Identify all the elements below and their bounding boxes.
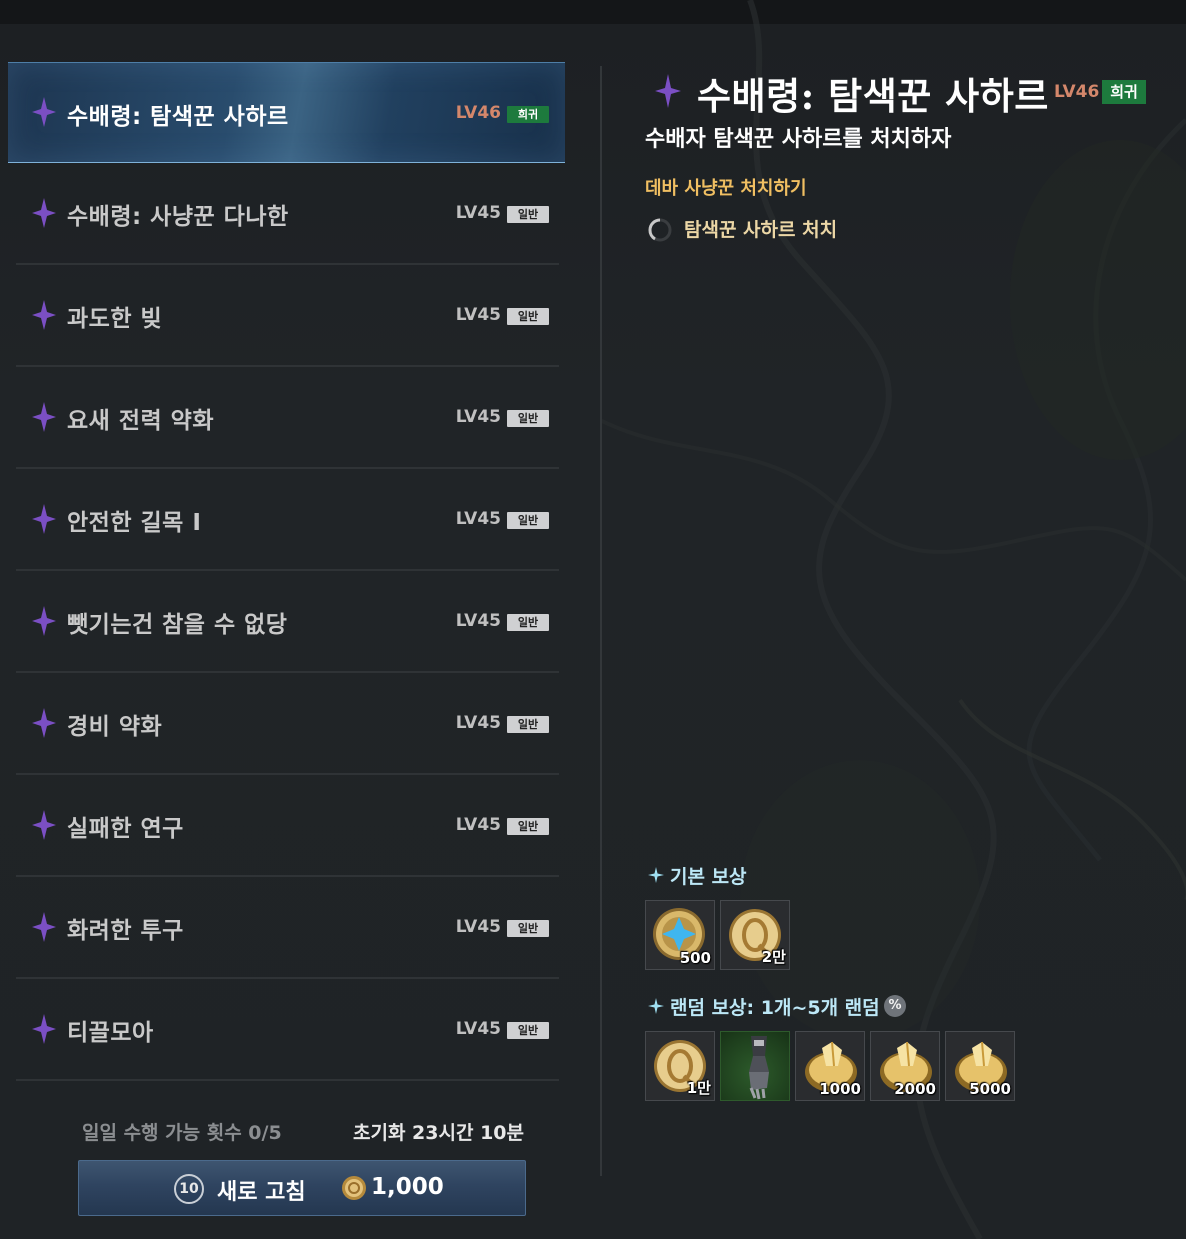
quest-name: 안전한 길목 I [67, 510, 202, 536]
probability-info-icon[interactable]: % [884, 995, 906, 1017]
gauntlet-icon [749, 1036, 769, 1100]
quest-name: 요새 전력 약화 [67, 408, 214, 434]
quest-item[interactable]: 실패한 연구 LV45 일반 [16, 775, 559, 877]
reset-timer-text: 초기화 23시간 10분 [353, 1122, 524, 1144]
quest-name: 실패한 연구 [67, 816, 184, 842]
quest-item-selected[interactable]: 수배령: 탐색꾼 사하르 LV46 희귀 [8, 62, 565, 163]
quest-name: 티끌모아 [67, 1020, 154, 1046]
random-reward-title: 랜덤 보상: 1개~5개 랜덤 [670, 997, 880, 1019]
quest-grade-badge: 일반 [507, 1022, 549, 1039]
reward-item-basic-1[interactable]: 500 [645, 900, 715, 970]
quest-item[interactable]: 안전한 길목 I LV45 일반 [16, 469, 559, 571]
quest-star-icon [655, 74, 681, 108]
refresh-label: 새로 고침 [217, 1180, 306, 1205]
quest-star-icon [32, 912, 56, 942]
quest-item[interactable]: 화려한 투구 LV45 일반 [16, 877, 559, 979]
quest-grade-badge: 일반 [507, 818, 549, 835]
detail-grade-badge: 희귀 [1102, 80, 1146, 104]
refresh-cost: 1,000 [371, 1174, 444, 1200]
quest-board-window: 수배령: 탐색꾼 사하르 LV46 희귀 수배령: 사냥꾼 다나한 LV45 일… [0, 0, 1186, 1239]
quest-name: 수배령: 사냥꾼 다나한 [67, 204, 289, 230]
quest-star-icon [32, 606, 56, 636]
reward-qty: 2만 [761, 948, 786, 966]
reward-item-random-3[interactable]: 1000 [795, 1031, 865, 1101]
quest-name: 수배령: 탐색꾼 사하르 [67, 104, 289, 130]
reward-item-random-1[interactable]: 1만 [645, 1031, 715, 1101]
quest-item[interactable]: 수배령: 사냥꾼 다나한 LV45 일반 [16, 163, 559, 265]
sparkle-icon [648, 998, 664, 1014]
quest-star-icon [32, 402, 56, 432]
quest-grade-badge: 희귀 [507, 106, 549, 123]
quest-level: LV45 [455, 203, 501, 223]
refresh-count-icon: 10 [174, 1174, 204, 1204]
quest-level: LV45 [455, 815, 501, 835]
quest-list: 수배령: 탐색꾼 사하르 LV46 희귀 수배령: 사냥꾼 다나한 LV45 일… [8, 62, 565, 1081]
reward-item-basic-2[interactable]: 2만 [720, 900, 790, 970]
daily-count-text: 일일 수행 가능 횟수 0/5 [82, 1122, 282, 1144]
quest-name: 화려한 투구 [67, 918, 184, 944]
quest-item[interactable]: 요새 전력 약화 LV45 일반 [16, 367, 559, 469]
quest-star-icon [32, 1014, 56, 1044]
quest-level: LV45 [455, 407, 501, 427]
quest-star-icon [32, 300, 56, 330]
quest-star-icon [32, 97, 56, 127]
detail-subtitle: 수배자 탐색꾼 사하르를 처치하자 [645, 127, 952, 152]
reward-qty: 1만 [686, 1079, 711, 1097]
quest-star-icon [32, 504, 56, 534]
panel-divider [600, 66, 602, 1176]
quest-grade-badge: 일반 [507, 206, 549, 223]
quest-level: LV45 [455, 509, 501, 529]
reward-qty: 2000 [894, 1080, 936, 1098]
quest-star-icon [32, 810, 56, 840]
quest-star-icon [32, 198, 56, 228]
detail-level: LV46 [1054, 82, 1100, 102]
quest-item[interactable]: 경비 약화 LV45 일반 [16, 673, 559, 775]
quest-level: LV45 [455, 1019, 501, 1039]
quest-grade-badge: 일반 [507, 716, 549, 733]
reward-qty: 1000 [819, 1080, 861, 1098]
quest-item[interactable]: 과도한 빚 LV45 일반 [16, 265, 559, 367]
quest-grade-badge: 일반 [507, 410, 549, 427]
quest-name: 과도한 빚 [67, 306, 163, 332]
progress-spinner-icon [648, 218, 672, 242]
reward-item-random-2[interactable] [720, 1031, 790, 1101]
quest-grade-badge: 일반 [507, 614, 549, 631]
quest-item[interactable]: 티끌모아 LV45 일반 [16, 979, 559, 1081]
reward-qty: 5000 [969, 1080, 1011, 1098]
quest-grade-badge: 일반 [507, 308, 549, 325]
reward-item-random-4[interactable]: 2000 [870, 1031, 940, 1101]
quest-item[interactable]: 뺏기는건 참을 수 없당 LV45 일반 [16, 571, 559, 673]
sparkle-icon [648, 867, 664, 883]
quest-grade-badge: 일반 [507, 920, 549, 937]
quest-name: 경비 약화 [67, 714, 163, 740]
task-label: 탐색꾼 사하르 처치 [684, 219, 838, 241]
quest-level: LV45 [455, 611, 501, 631]
quest-grade-badge: 일반 [507, 512, 549, 529]
gold-coin-icon [342, 1176, 366, 1200]
detail-title: 수배령: 탐색꾼 사하르 [697, 74, 1049, 118]
quest-level: LV45 [455, 917, 501, 937]
reward-item-random-5[interactable]: 5000 [945, 1031, 1015, 1101]
quest-name: 뺏기는건 참을 수 없당 [67, 612, 288, 638]
reward-qty: 500 [679, 949, 711, 967]
refresh-button[interactable]: 10 새로 고침 1,000 [78, 1160, 526, 1216]
quest-star-icon [32, 708, 56, 738]
basic-reward-title: 기본 보상 [670, 866, 747, 888]
quest-level: LV46 [455, 103, 501, 123]
objective-title: 데바 사냥꾼 처치하기 [645, 178, 807, 199]
quest-level: LV45 [455, 713, 501, 733]
quest-level: LV45 [455, 305, 501, 325]
